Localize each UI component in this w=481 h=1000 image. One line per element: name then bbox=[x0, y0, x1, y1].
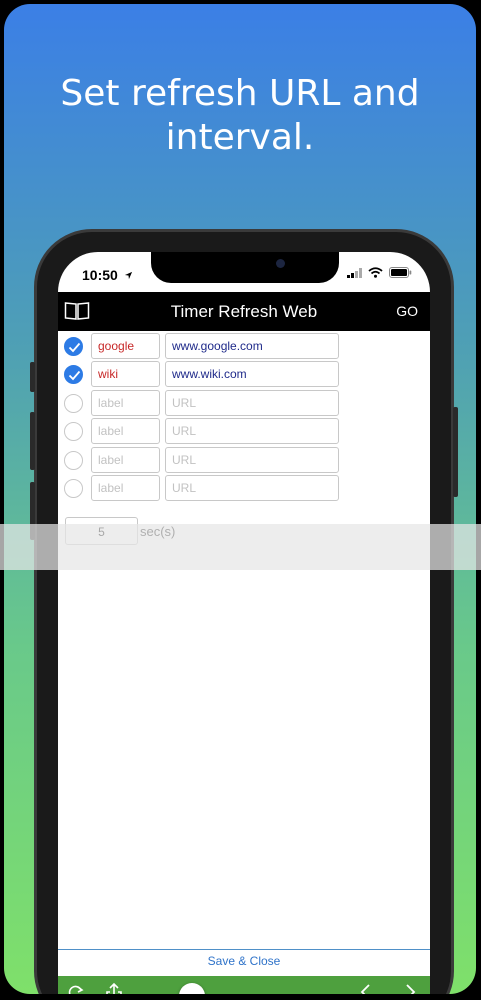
row-label-input[interactable]: wiki bbox=[91, 361, 160, 388]
save-close-button[interactable]: Save & Close bbox=[58, 954, 430, 968]
phone-frame: 10:50 Timer Refresh Web GO google www.go… bbox=[30, 229, 458, 994]
promo-card: Set refresh URL and interval. 10:50 Time… bbox=[4, 4, 476, 994]
row-url-text: URL bbox=[172, 452, 197, 467]
row-checkbox[interactable] bbox=[64, 365, 83, 385]
row-label-input[interactable]: label bbox=[91, 418, 160, 445]
nav-bar: Timer Refresh Web GO bbox=[58, 292, 430, 331]
go-button[interactable]: GO bbox=[396, 303, 418, 319]
interval-input[interactable]: 5 bbox=[65, 517, 138, 545]
row-label-input[interactable]: label bbox=[91, 389, 160, 416]
row-checkbox[interactable] bbox=[64, 478, 83, 498]
row-checkbox[interactable] bbox=[64, 450, 83, 470]
phone-screen: 10:50 Timer Refresh Web GO google www.go… bbox=[58, 252, 430, 994]
volume-up-button bbox=[30, 412, 35, 470]
status-bar: 10:50 bbox=[58, 252, 430, 292]
share-icon[interactable] bbox=[104, 982, 124, 994]
headline-line-2: interval. bbox=[165, 117, 315, 158]
camera bbox=[276, 259, 285, 268]
url-row: label URL bbox=[58, 446, 430, 474]
row-label-text: label bbox=[98, 480, 124, 495]
row-url-text: URL bbox=[172, 480, 197, 495]
url-row: wiki www.wiki.com bbox=[58, 360, 430, 388]
row-url-input[interactable]: URL bbox=[165, 474, 339, 501]
checkmark-icon bbox=[68, 342, 81, 353]
row-url-text: URL bbox=[172, 395, 197, 410]
row-url-input[interactable]: URL bbox=[165, 418, 339, 445]
chevron-right-icon[interactable] bbox=[402, 982, 418, 994]
interval-setting: 5 sec(s) bbox=[58, 517, 430, 547]
row-url-input[interactable]: www.wiki.com bbox=[165, 361, 339, 388]
url-list: google www.google.com wiki www.wiki.com labe… bbox=[58, 332, 430, 502]
row-url-input[interactable]: URL bbox=[165, 389, 339, 416]
row-url-text: www.wiki.com bbox=[172, 367, 247, 382]
power-button bbox=[453, 407, 458, 497]
row-label-text: label bbox=[98, 395, 124, 410]
refresh-icon[interactable] bbox=[66, 982, 86, 994]
mute-switch bbox=[30, 362, 35, 392]
interval-unit: sec(s) bbox=[140, 524, 176, 539]
row-label-text: label bbox=[98, 452, 124, 467]
volume-down-button bbox=[30, 482, 35, 540]
row-label-input[interactable]: google bbox=[91, 333, 160, 359]
row-url-input[interactable]: URL bbox=[165, 446, 339, 473]
headline: Set refresh URL and interval. bbox=[4, 72, 476, 160]
row-checkbox[interactable] bbox=[64, 337, 83, 356]
row-url-input[interactable]: www.google.com bbox=[165, 333, 339, 359]
headline-line-1: Set refresh URL and bbox=[60, 73, 420, 114]
url-row: label URL bbox=[58, 417, 430, 445]
status-time-text: 10:50 bbox=[82, 267, 118, 283]
row-label-text: google bbox=[98, 339, 135, 353]
row-url-text: URL bbox=[172, 424, 197, 439]
row-label-text: wiki bbox=[98, 367, 118, 382]
row-checkbox[interactable] bbox=[64, 422, 83, 442]
url-row: label URL bbox=[58, 474, 430, 502]
url-row: label URL bbox=[58, 389, 430, 417]
status-icons bbox=[347, 267, 412, 278]
location-arrow-icon bbox=[124, 271, 132, 280]
browser-toolbar bbox=[58, 976, 430, 994]
url-row: google www.google.com bbox=[58, 332, 430, 360]
row-label-input[interactable]: label bbox=[91, 446, 160, 473]
chevron-left-icon[interactable] bbox=[358, 982, 374, 994]
row-checkbox[interactable] bbox=[64, 393, 83, 413]
status-time: 10:50 bbox=[82, 267, 133, 283]
wifi-icon bbox=[368, 267, 383, 278]
row-label-text: label bbox=[98, 424, 124, 439]
footer-divider bbox=[58, 949, 430, 950]
checkmark-icon bbox=[68, 371, 81, 381]
nav-title: Timer Refresh Web bbox=[170, 302, 318, 321]
row-label-input[interactable]: label bbox=[91, 474, 160, 501]
row-url-text: www.google.com bbox=[172, 339, 263, 353]
notch bbox=[151, 252, 339, 283]
signal-icon bbox=[347, 267, 362, 278]
progress-slider-thumb[interactable] bbox=[179, 983, 205, 994]
battery-icon bbox=[389, 267, 412, 278]
